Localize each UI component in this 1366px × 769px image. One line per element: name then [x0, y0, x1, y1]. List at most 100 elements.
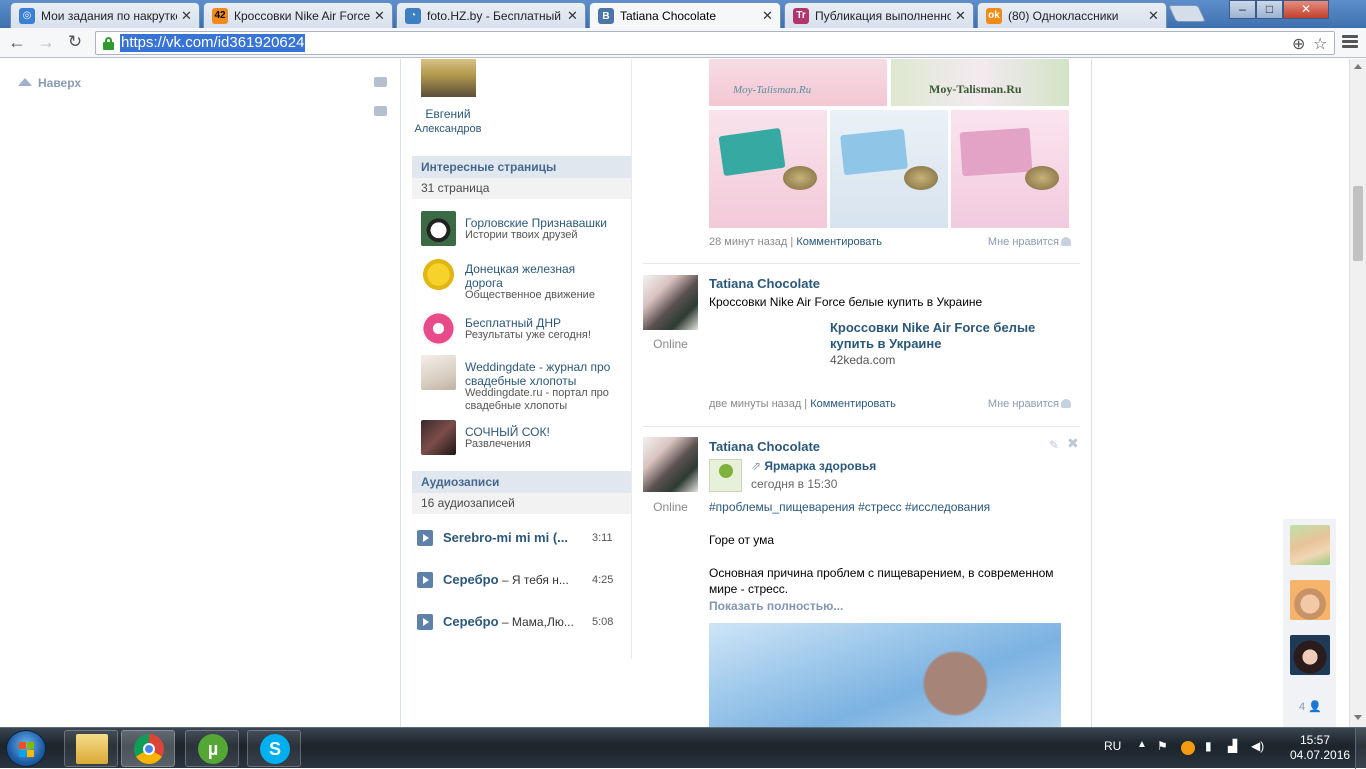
close-tab-icon[interactable]: ✕ — [762, 8, 774, 24]
audio-artist[interactable]: Serebro — [443, 530, 492, 545]
author-avatar[interactable] — [643, 437, 698, 492]
link-domain[interactable]: 42keda.com — [830, 353, 895, 367]
scroll-down-icon[interactable] — [1354, 715, 1362, 720]
back-button[interactable]: ← — [6, 33, 28, 53]
audio-song[interactable]: Мама,Лю... — [512, 615, 574, 629]
post-image[interactable] — [709, 623, 1061, 727]
url-text[interactable]: https://vk.com/id361920624 — [120, 34, 306, 52]
page-avatar[interactable] — [421, 311, 456, 346]
start-button[interactable] — [6, 730, 46, 767]
taskbar-chrome[interactable] — [121, 730, 175, 767]
page-title[interactable]: СОЧНЫЙ СОК! — [465, 425, 615, 439]
post-photo[interactable]: Moy-Talisman.Ru — [891, 59, 1069, 106]
online-friend-avatar[interactable] — [1290, 525, 1330, 565]
page-avatar[interactable] — [421, 420, 456, 455]
scroll-up-icon[interactable] — [1354, 64, 1362, 69]
friend-avatar[interactable] — [421, 59, 476, 97]
tab-my-tasks[interactable]: ◎ Мои задания по накрутке ✕ — [10, 2, 200, 28]
post-author[interactable]: Tatiana Chocolate — [709, 276, 820, 291]
audio-title[interactable]: Serebro-mi mi mi (... — [443, 530, 579, 545]
repost-date[interactable]: сегодня в 15:30 — [751, 477, 837, 491]
post-time[interactable]: 28 минут назад — [709, 236, 787, 248]
close-tab-icon[interactable]: ✕ — [955, 8, 967, 24]
comment-link[interactable]: Комментировать — [810, 398, 896, 410]
like-button[interactable]: Мне нравится — [988, 236, 1071, 248]
comment-link[interactable]: Комментировать — [796, 236, 882, 248]
delete-post-icon[interactable]: ✖ — [1067, 435, 1079, 452]
close-tab-icon[interactable]: ✕ — [567, 8, 579, 24]
new-tab-button[interactable] — [1168, 5, 1206, 22]
maximize-button[interactable]: □ — [1256, 0, 1283, 19]
interesting-pages-header[interactable]: Интересные страницы — [412, 156, 632, 178]
online-friend-avatar[interactable] — [1290, 580, 1330, 620]
tab-odnoklassniki[interactable]: ok (80) Одноклассники ✕ — [977, 2, 1167, 28]
post-photo[interactable] — [951, 110, 1069, 228]
forward-button[interactable]: → — [35, 33, 57, 53]
page-scrollbar[interactable] — [1349, 59, 1366, 727]
show-more-link[interactable]: Показать полностью... — [709, 599, 843, 613]
page-title[interactable]: Бесплатный ДНР — [465, 316, 615, 330]
edit-pencil-icon[interactable]: ✎ — [1049, 438, 1059, 452]
author-avatar[interactable] — [643, 275, 698, 330]
audio-count[interactable]: 16 аудиозаписей — [412, 493, 632, 514]
audio-artist[interactable]: Серебро — [443, 572, 499, 587]
volume-icon[interactable]: ◀) — [1251, 739, 1264, 753]
taskbar-explorer[interactable] — [64, 730, 118, 767]
page-title[interactable]: Weddingdate - журнал про свадебные хлопо… — [465, 360, 615, 388]
link-title[interactable]: Кроссовки Nike Air Force белые купить в … — [830, 320, 1080, 352]
bookmark-star-icon[interactable]: ☆ — [1313, 34, 1327, 54]
audio-song[interactable]: mi mi mi (... — [496, 530, 568, 545]
like-button[interactable]: Мне нравится — [988, 398, 1071, 410]
reload-button[interactable]: ↻ — [64, 33, 86, 53]
page-title[interactable]: Горловские Признавашки — [465, 216, 615, 230]
tray-app-icon[interactable] — [1181, 741, 1195, 755]
show-hidden-icons[interactable]: ▲ — [1137, 739, 1147, 750]
messages-icon[interactable] — [374, 77, 387, 87]
post-photo[interactable] — [830, 110, 948, 228]
close-window-button[interactable]: ✕ — [1283, 0, 1329, 19]
address-bar[interactable]: https://vk.com/id361920624 ⊕ ☆ — [95, 31, 1335, 55]
online-friends-counter[interactable]: 4 👤 — [1299, 700, 1322, 713]
repost-group-name[interactable]: Ярмарка здоровья — [764, 459, 876, 473]
audio-title[interactable]: Серебро – Мама,Лю... — [443, 614, 579, 629]
browser-menu-button[interactable] — [1342, 33, 1358, 51]
post-author[interactable]: Tatiana Chocolate — [709, 439, 820, 454]
post-photo[interactable]: Moy-Talisman.Ru — [709, 59, 887, 106]
scrollbar-thumb[interactable] — [1353, 186, 1363, 261]
back-to-top-button[interactable]: Наверх — [18, 76, 81, 90]
play-icon[interactable] — [417, 530, 433, 546]
audio-header[interactable]: Аудиозаписи — [412, 471, 632, 493]
action-center-icon[interactable]: ⚑ — [1157, 739, 1168, 753]
network-signal-icon[interactable]: ▟ — [1228, 739, 1237, 753]
show-desktop-button[interactable] — [1355, 728, 1366, 769]
battery-icon[interactable]: ▮ — [1205, 739, 1212, 753]
taskbar-skype[interactable]: S — [247, 730, 301, 767]
post-hashtags[interactable]: #проблемы_пищеварения #стресс #исследова… — [709, 500, 990, 514]
page-avatar[interactable] — [421, 211, 456, 246]
online-friend-avatar[interactable] — [1290, 635, 1330, 675]
system-clock[interactable]: 15:57 04.07.2016 — [1290, 733, 1350, 763]
page-title[interactable]: Донецкая железная дорога — [465, 262, 615, 290]
tab-nike[interactable]: 42 Кроссовки Nike Air Force ✕ — [203, 2, 393, 28]
audio-title[interactable]: Серебро – Я тебя н... — [443, 572, 579, 587]
page-avatar[interactable] — [421, 257, 456, 292]
play-icon[interactable] — [417, 572, 433, 588]
tab-tatiana-chocolate[interactable]: B Tatiana Chocolate ✕ — [589, 2, 781, 29]
play-icon[interactable] — [417, 614, 433, 630]
minimize-button[interactable]: – — [1229, 0, 1256, 19]
friend-name-link[interactable]: Евгений Александров — [406, 107, 490, 137]
close-tab-icon[interactable]: ✕ — [1148, 8, 1160, 24]
audio-artist[interactable]: Серебро — [443, 614, 499, 629]
repost-source[interactable]: ⇗ Ярмарка здоровья — [751, 459, 876, 473]
zoom-icon[interactable]: ⊕ — [1292, 34, 1305, 54]
taskbar-utorrent[interactable]: µ — [185, 730, 239, 767]
interesting-pages-count[interactable]: 31 страница — [412, 178, 632, 199]
post-time[interactable]: две минуты назад — [709, 398, 801, 410]
page-avatar[interactable] — [421, 355, 456, 390]
post-photo[interactable] — [709, 110, 827, 228]
comments-icon[interactable] — [374, 106, 387, 116]
tab-foto-hz[interactable]: ◔ foto.HZ.by - Бесплатный ✕ — [396, 2, 586, 28]
close-tab-icon[interactable]: ✕ — [181, 8, 193, 24]
close-tab-icon[interactable]: ✕ — [374, 8, 386, 24]
language-indicator[interactable]: RU — [1104, 739, 1121, 753]
